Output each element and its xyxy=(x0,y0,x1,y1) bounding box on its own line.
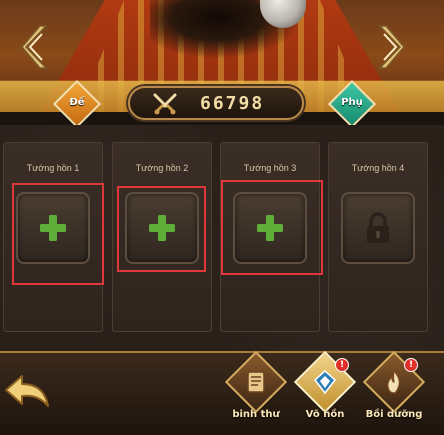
next-arrow-button[interactable] xyxy=(376,22,406,72)
soul-slot-title: Tướng hồn 1 xyxy=(26,163,80,173)
previous-arrow-button[interactable] xyxy=(20,22,50,72)
vo-hon-alert-badge: ! xyxy=(335,358,349,372)
boi-duong-menu-button[interactable]: ! Bồi dưỡng xyxy=(362,350,426,432)
highlight-frame-slot-1 xyxy=(12,183,104,285)
soul-slot-title: Tướng hồn 3 xyxy=(243,163,297,173)
scroll-icon xyxy=(247,371,265,393)
boi-duong-label: Bồi dưỡng xyxy=(365,409,423,420)
boi-duong-alert-badge: ! xyxy=(404,358,418,372)
combat-power-value: 66798 xyxy=(200,93,265,114)
soul-slot-title: Tướng hồn 4 xyxy=(351,163,405,173)
chevron-right-icon xyxy=(378,25,405,69)
emperor-badge-label: Đế xyxy=(69,97,85,108)
binh-thu-label: binh thư xyxy=(232,409,280,420)
back-arrow-icon xyxy=(5,375,49,407)
crest-icon xyxy=(313,369,337,395)
binh-thu-menu-button[interactable]: binh thư xyxy=(224,350,288,432)
soul-slot-4: Tướng hồn 4 xyxy=(328,142,428,332)
chevron-left-icon xyxy=(21,25,48,69)
highlight-frame-slot-2 xyxy=(117,186,206,272)
locked-soul-slot-4[interactable] xyxy=(341,192,415,264)
assistant-badge-label: Phụ xyxy=(341,97,363,108)
lock-icon xyxy=(367,212,389,243)
vo-hon-menu-button[interactable]: ! Võ hồn xyxy=(293,350,357,432)
soul-slot-title: Tướng hồn 2 xyxy=(135,163,189,173)
highlight-frame-slot-3 xyxy=(221,180,323,275)
combat-power-bar: 66798 xyxy=(128,86,304,120)
vo-hon-label: Võ hồn xyxy=(305,409,345,420)
crossed-swords-icon xyxy=(153,93,177,115)
flame-icon xyxy=(387,369,400,394)
back-button[interactable] xyxy=(2,372,52,414)
